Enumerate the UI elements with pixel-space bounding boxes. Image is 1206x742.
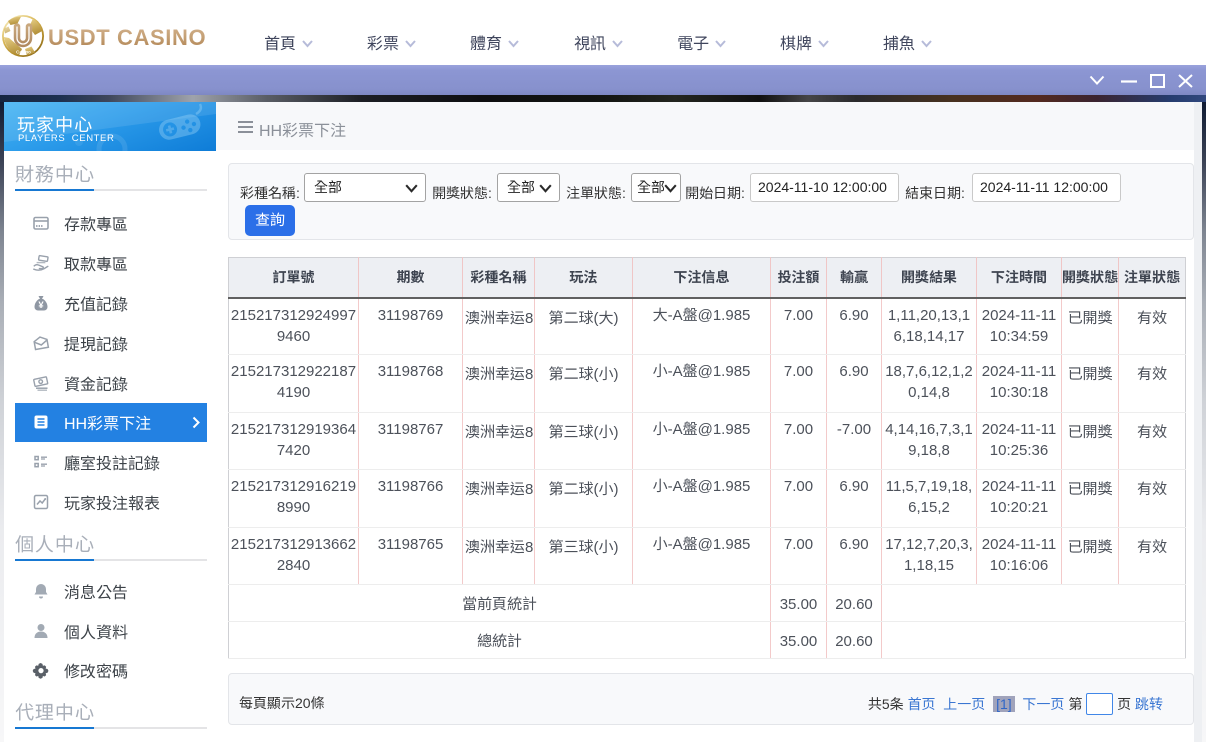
svg-text:Casino: Casino <box>16 50 31 55</box>
svg-text:¥: ¥ <box>38 300 44 311</box>
